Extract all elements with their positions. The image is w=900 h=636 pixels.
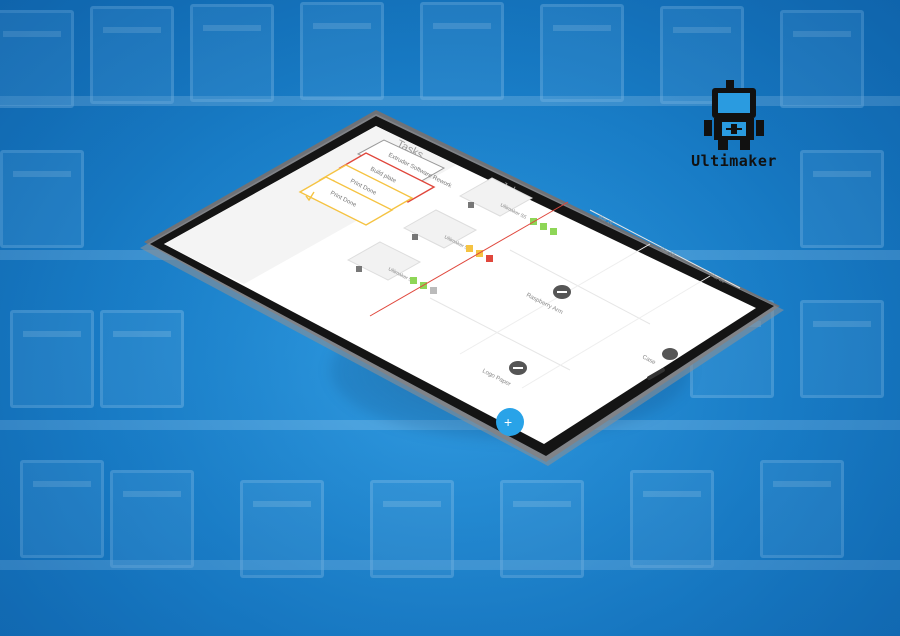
- add-button[interactable]: +: [496, 408, 524, 436]
- plus-icon: +: [504, 414, 512, 430]
- app-screen: [164, 126, 756, 444]
- tablet-device: Tasks Extruder Software Rework Build pla…: [130, 110, 790, 470]
